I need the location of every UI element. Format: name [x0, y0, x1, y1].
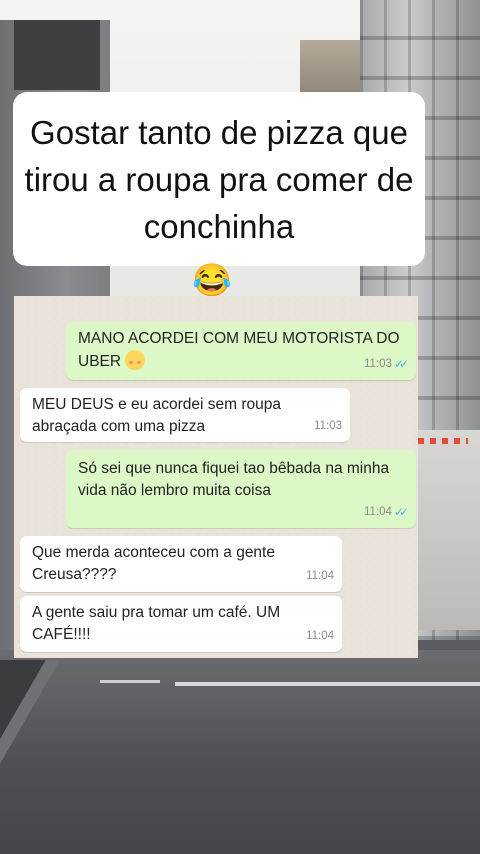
message-time: 11:03	[314, 420, 342, 432]
message-time: 11:04	[306, 630, 334, 642]
flushed-face-icon	[125, 350, 146, 370]
curb	[0, 660, 130, 854]
double-check-icon: ✓✓	[393, 505, 409, 519]
left-building-top	[14, 20, 100, 90]
caption-card: Gostar tanto de pizza que tirou a roupa …	[13, 92, 425, 266]
truck	[410, 430, 480, 630]
double-check-icon: ✓✓	[393, 357, 409, 371]
message-bubble-incoming: A gente saiu pra tomar um café. UM CAFÉ!…	[20, 596, 342, 652]
message-time: 11:04	[363, 506, 392, 518]
message-text: A gente saiu pra tomar um café. UM CAFÉ!…	[32, 604, 281, 643]
message-meta: 11:03	[314, 415, 342, 437]
message-time: 11:03	[363, 358, 392, 370]
message-meta: 11:04	[306, 625, 334, 647]
message-time: 11:04	[306, 570, 334, 582]
caption-text: Gostar tanto de pizza que tirou a roupa …	[24, 113, 414, 245]
message-bubble-outgoing: MANO ACORDEI COM MEU MOTORISTA DO UBER 1…	[66, 322, 416, 380]
truck-lights	[418, 438, 468, 444]
chat-screenshot: MANO ACORDEI COM MEU MOTORISTA DO UBER 1…	[14, 296, 418, 658]
message-meta: 11:03 ✓✓	[363, 353, 409, 375]
lane-marking	[175, 682, 480, 686]
message-bubble-incoming: Que merda aconteceu com a gente Creusa??…	[20, 536, 342, 592]
lane-marking	[100, 680, 160, 683]
message-text: MEU DEUS e eu acordei sem roupa abraçada…	[32, 396, 281, 435]
message-text: MANO ACORDEI COM MEU MOTORISTA DO UBER	[78, 328, 406, 373]
message-text: Só sei que nunca fiquei tao bêbada na mi…	[78, 460, 390, 499]
message-meta: 11:04	[306, 565, 334, 587]
message-meta: 11:04 ✓✓	[363, 501, 409, 523]
message-bubble-incoming: MEU DEUS e eu acordei sem roupa abraçada…	[20, 388, 350, 442]
message-bubble-outgoing: Só sei que nunca fiquei tao bêbada na mi…	[66, 450, 416, 528]
face-with-tears-of-joy-icon: 😂	[192, 262, 232, 298]
message-text: Que merda aconteceu com a gente Creusa??…	[32, 544, 275, 583]
